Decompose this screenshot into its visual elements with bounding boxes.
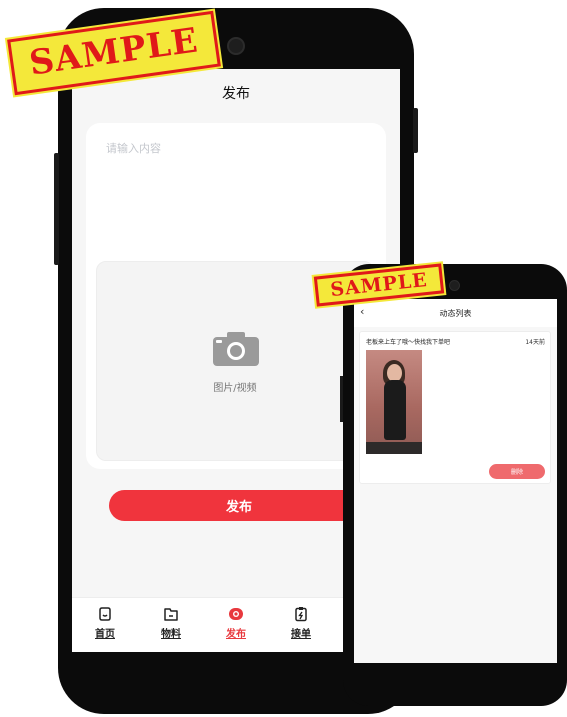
order-icon <box>295 607 307 622</box>
tab-publish[interactable]: 发布 <box>214 606 258 646</box>
publish-icon <box>229 608 243 620</box>
volume-button <box>340 376 343 422</box>
image-figure-dress <box>384 380 406 440</box>
content-input[interactable]: 请输入内容 <box>106 140 161 156</box>
delete-button[interactable]: 删除 <box>489 464 545 479</box>
post-card: 老板来上车了哦～快找我下单吧 14天前 删除 <box>359 331 551 484</box>
tab-publish-label: 发布 <box>226 629 246 640</box>
feed-header: ‹ 动态列表 <box>354 299 557 327</box>
back-chevron-icon[interactable]: ‹ <box>360 305 364 319</box>
publish-button[interactable]: 发布 <box>109 490 369 521</box>
folder-icon <box>164 608 178 621</box>
feed-screen: ‹ 动态列表 老板来上车了哦～快找我下单吧 14天前 删除 <box>354 299 557 663</box>
feed-title: 动态列表 <box>439 308 472 318</box>
camera-icon <box>213 332 259 366</box>
front-camera <box>449 280 460 291</box>
tab-materials-label: 物料 <box>161 629 181 640</box>
media-upload-label: 图片/视频 <box>213 383 257 394</box>
tab-home[interactable]: 首页 <box>83 606 127 646</box>
front-camera <box>227 37 245 55</box>
tab-orders-label: 接单 <box>291 629 311 640</box>
volume-button <box>54 153 59 265</box>
post-time: 14天前 <box>525 339 545 346</box>
image-floor <box>366 442 422 454</box>
post-image[interactable] <box>366 350 422 454</box>
phone-small: ‹ 动态列表 老板来上车了哦～快找我下单吧 14天前 删除 <box>340 264 567 706</box>
home-icon <box>99 607 111 621</box>
tab-home-label: 首页 <box>95 629 115 640</box>
tab-materials[interactable]: 物料 <box>149 606 193 646</box>
post-text: 老板来上车了哦～快找我下单吧 <box>366 339 451 346</box>
power-button <box>413 108 418 153</box>
tab-orders[interactable]: 接单 <box>279 606 323 646</box>
